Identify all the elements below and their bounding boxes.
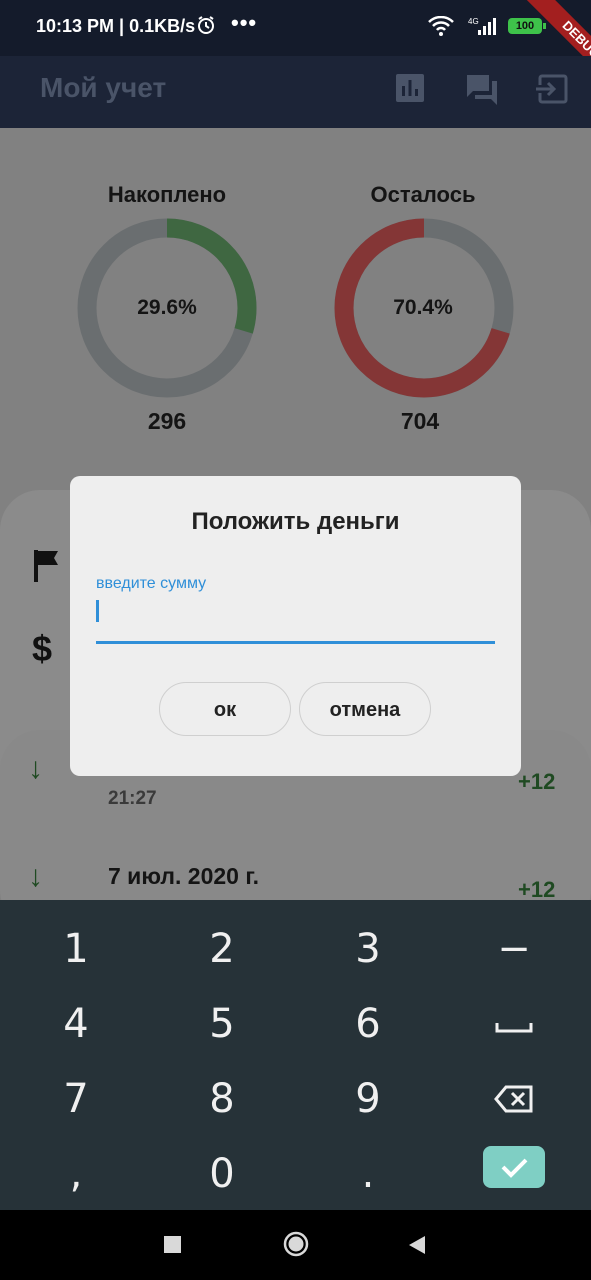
key-backspace[interactable]	[454, 1064, 574, 1134]
key-5[interactable]: 5	[162, 989, 282, 1059]
wifi-icon	[428, 15, 454, 41]
amount-input-label: введите сумму	[96, 575, 207, 592]
battery-icon: 100	[508, 18, 542, 34]
app-title: Мой учет	[40, 72, 167, 103]
transaction-date: 7 июл. 2020 г.	[108, 863, 260, 889]
back-icon[interactable]	[407, 1234, 427, 1261]
text-cursor	[96, 600, 99, 622]
exit-icon[interactable]	[534, 70, 574, 110]
transaction-time: 21:27	[108, 788, 157, 809]
chart-percent-saved: 29.6%	[137, 296, 197, 319]
chart-title-saved: Накоплено	[107, 182, 227, 207]
network-type: 4G	[468, 17, 479, 26]
home-icon[interactable]	[282, 1230, 310, 1263]
check-icon	[501, 1158, 528, 1178]
chart-percent-remaining: 70.4%	[393, 296, 453, 319]
key-6[interactable]: 6	[308, 989, 428, 1059]
key-9[interactable]: 9	[308, 1064, 428, 1134]
cancel-button[interactable]: отмена	[299, 682, 431, 736]
key-0[interactable]: 0	[162, 1139, 282, 1209]
key-8[interactable]: 8	[162, 1064, 282, 1134]
arrow-down-icon: ↓	[28, 860, 43, 893]
key-done[interactable]	[483, 1146, 545, 1188]
navigation-bar	[0, 1210, 591, 1280]
amount-input[interactable]	[96, 594, 495, 644]
status-time: 10:13 PM | 0.1KB/s	[36, 16, 196, 36]
chat-icon[interactable]	[462, 70, 502, 110]
recents-icon[interactable]	[163, 1235, 183, 1260]
alarm-icon	[196, 15, 216, 35]
numeric-keyboard: 1 2 3 − 4 5 6 7 8 9 , 0 .	[0, 900, 591, 1210]
key-period[interactable]: .	[308, 1139, 428, 1209]
space-icon	[495, 1023, 533, 1033]
bar-chart-icon[interactable]	[390, 70, 430, 110]
ok-button[interactable]: ок	[159, 682, 291, 736]
app-bar: Мой учет	[0, 56, 591, 128]
transaction-amount: +12	[518, 769, 556, 794]
chart-title-remaining: Осталось	[370, 182, 476, 207]
arrow-down-icon: ↓	[28, 752, 43, 785]
key-1[interactable]: 1	[16, 914, 136, 984]
deposit-dialog: Положить деньги введите сумму ок отмена	[70, 476, 521, 776]
battery-tip	[543, 23, 546, 29]
key-space[interactable]	[454, 989, 574, 1059]
key-3[interactable]: 3	[308, 914, 428, 984]
chart-value-saved: 296	[147, 408, 187, 434]
status-bar: 10:13 PM | 0.1KB/s ••• 4G 100	[0, 0, 591, 56]
key-minus[interactable]: −	[454, 914, 574, 984]
backspace-icon	[494, 1085, 533, 1113]
dialog-title: Положить деньги	[191, 508, 400, 535]
key-comma[interactable]: ,	[16, 1139, 136, 1209]
key-4[interactable]: 4	[16, 989, 136, 1059]
dollar-icon: $	[32, 628, 53, 669]
key-7[interactable]: 7	[16, 1064, 136, 1134]
chart-value-remaining: 704	[400, 408, 440, 434]
key-2[interactable]: 2	[162, 914, 282, 984]
more-indicator: •••	[231, 10, 258, 35]
signal-icon: 4G	[466, 16, 498, 41]
amount-input-underline	[96, 641, 495, 644]
flag-icon	[32, 548, 64, 589]
